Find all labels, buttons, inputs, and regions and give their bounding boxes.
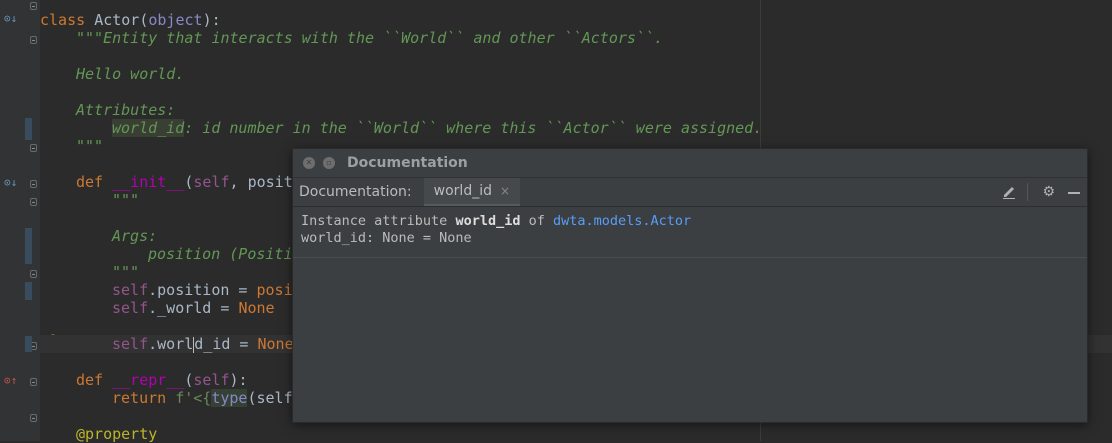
fold-icon[interactable] xyxy=(30,144,37,152)
documentation-popup[interactable]: ✕ ▫ Documentation Documentation: world_i… xyxy=(292,148,1088,423)
change-marker xyxy=(25,118,32,140)
decorator-line: @property xyxy=(76,425,158,443)
fold-icon[interactable] xyxy=(30,36,37,44)
docstring-line: Hello world. xyxy=(76,65,185,83)
doc-line-1: Instance attribute world_id of dwta.mode… xyxy=(301,213,692,229)
code-line: def __init__(self, posit xyxy=(76,173,293,191)
fold-icon[interactable] xyxy=(30,2,37,10)
popup-tab-bar: Documentation: world_id × ⚙ xyxy=(293,177,1087,207)
change-marker xyxy=(25,336,32,352)
restore-icon[interactable]: ▫ xyxy=(323,157,335,169)
popup-title: Documentation xyxy=(347,155,468,171)
tab-label: world_id xyxy=(433,183,492,199)
docstring-line: """ xyxy=(112,263,140,281)
popup-titlebar[interactable]: ✕ ▫ Documentation xyxy=(293,149,1087,177)
minimize-icon[interactable] xyxy=(1067,185,1081,199)
fold-icon[interactable] xyxy=(30,198,37,206)
docstring-line: """Entity that interacts with the ``Worl… xyxy=(76,29,663,47)
documentation-content: Instance attribute world_id of dwta.mode… xyxy=(293,207,1087,258)
code-line: class Actor(object): xyxy=(40,11,221,29)
edit-icon[interactable] xyxy=(1001,184,1017,200)
popup-toolbar: ⚙ xyxy=(987,178,1081,206)
close-icon[interactable]: ✕ xyxy=(303,157,315,169)
fold-icon[interactable] xyxy=(30,414,37,422)
toolbar-separator xyxy=(1027,183,1029,201)
fold-icon[interactable] xyxy=(30,180,37,188)
fold-icon[interactable] xyxy=(30,270,37,278)
code-line: self.world_id = None xyxy=(112,335,294,353)
gear-icon[interactable]: ⚙ xyxy=(1042,184,1055,200)
code-line: self._world = None xyxy=(112,299,275,317)
docstring-line: world_id: id number in the ``World`` whe… xyxy=(112,119,763,137)
tab-world-id[interactable]: world_id × xyxy=(423,178,521,206)
code-line: return f'<{type(self xyxy=(112,389,293,407)
tabs-label: Documentation: xyxy=(299,184,412,200)
override-marker-icon[interactable]: ⊙↑ xyxy=(4,374,17,387)
change-marker xyxy=(25,282,32,300)
docstring-line: position (Positi xyxy=(148,245,293,263)
change-marker xyxy=(25,228,32,264)
code-line: self.position = posi xyxy=(112,281,293,299)
tab-close-icon[interactable]: × xyxy=(500,184,510,198)
docstring-line: """ xyxy=(76,137,104,155)
override-marker-icon[interactable]: ⊙↓ xyxy=(4,12,17,25)
code-line: def __repr__(self): xyxy=(76,371,248,389)
doc-line-2: world_id: None = None xyxy=(301,230,472,246)
docstring-line: """ xyxy=(112,191,140,209)
doc-link[interactable]: dwta.models.Actor xyxy=(553,213,691,229)
docstring-line: Args: xyxy=(112,227,158,245)
fold-icon[interactable] xyxy=(30,378,37,386)
override-marker-icon[interactable]: ⊙↓ xyxy=(4,176,17,189)
docstring-line: Attributes: xyxy=(76,101,176,119)
